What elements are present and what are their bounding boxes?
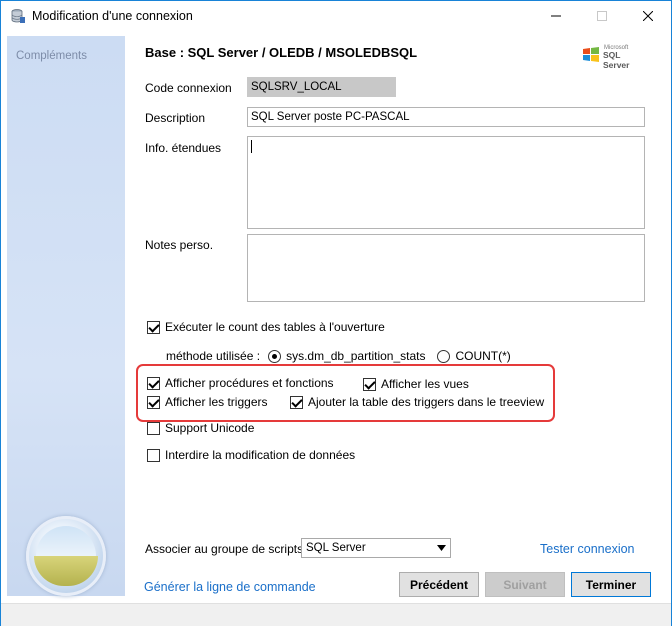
method-row: méthode utilisée : sys.dm_db_partition_s… [166,349,511,363]
show-views-checkbox-box[interactable] [363,377,376,391]
code-field[interactable]: SQLSRV_LOCAL [247,77,396,97]
finish-button[interactable]: Terminer [571,572,651,597]
next-button[interactable]: Suivant [485,572,565,597]
minimize-icon [551,15,561,17]
count-checkbox-box[interactable] [147,320,160,334]
forbid-edit-checkbox-box[interactable] [147,448,160,462]
window-title: Modification d'une connexion [32,9,193,23]
maximize-button[interactable] [579,1,625,31]
landscape-globe-icon [26,516,106,596]
description-field[interactable]: SQL Server poste PC-PASCAL [247,107,645,127]
show-triggers-checkbox-box[interactable] [147,395,160,409]
previous-button-label: Précédent [409,577,469,592]
count-checkbox[interactable]: Exécuter le count des tables à l'ouvertu… [147,320,385,334]
sidebar-title: Compléments [16,50,87,62]
show-procs-checkbox[interactable]: Afficher procédures et fonctions [147,376,334,390]
status-bar [1,603,671,626]
unicode-label: Support Unicode [165,421,255,435]
add-triggers-table-checkbox-box[interactable] [290,395,303,409]
description-label: Description [145,111,206,125]
script-group-select[interactable]: SQL Server [301,538,451,558]
unicode-checkbox[interactable]: Support Unicode [147,421,254,435]
maximize-icon [597,11,607,21]
generate-command-link[interactable]: Générer la ligne de commande [144,580,316,594]
forbid-edit-label: Interdire la modification de données [165,448,356,462]
method-label: méthode utilisée : [166,349,261,363]
minimize-button[interactable] [533,1,579,31]
notes-textarea[interactable] [247,234,645,302]
show-views-label: Afficher les vues [381,377,469,391]
count-checkbox-label: Exécuter le count des tables à l'ouvertu… [165,320,385,334]
method-option-count: COUNT(*) [455,349,511,363]
close-button[interactable] [625,1,671,31]
show-triggers-checkbox[interactable]: Afficher les triggers [147,395,268,409]
show-views-checkbox[interactable]: Afficher les vues [363,377,469,391]
notes-label: Notes perso. [145,238,214,252]
method-radio-partition-stats[interactable] [268,349,282,363]
show-procs-label: Afficher procédures et fonctions [165,376,334,390]
method-radio-count[interactable] [437,349,451,363]
highlight-annotation [136,364,555,422]
database-icon [11,9,25,23]
code-label: Code connexion [145,81,232,95]
script-group-label: Associer au groupe de scripts [145,542,304,556]
show-procs-checkbox-box[interactable] [147,376,160,390]
dropdown-arrow-icon[interactable] [433,539,450,557]
info-label: Info. étendues [145,141,222,155]
show-triggers-label: Afficher les triggers [165,395,268,409]
connection-dialog: Modification d'une connexion Compléments… [0,0,672,626]
sql-server-logo: Microsoft SQL Server [582,44,646,70]
add-triggers-table-checkbox[interactable]: Ajouter la table des triggers dans le tr… [290,395,544,409]
unicode-checkbox-box[interactable] [147,421,160,435]
info-textarea[interactable] [247,136,645,229]
text-caret [251,140,252,153]
close-icon [643,11,653,21]
dialog-content: Compléments Base : SQL Server / OLEDB / … [1,31,671,626]
test-connection-link[interactable]: Tester connexion [540,542,635,556]
add-triggers-table-label: Ajouter la table des triggers dans le tr… [308,395,545,409]
windows-flag-icon [583,47,599,62]
script-group-value: SQL Server [306,542,366,554]
finish-button-label: Terminer [585,577,637,592]
logo-text: SQL Server [603,50,630,70]
title-bar: Modification d'une connexion [1,1,671,31]
forbid-edit-checkbox[interactable]: Interdire la modification de données [147,448,355,462]
sidebar: Compléments [7,36,125,596]
method-option-partition-stats: sys.dm_db_partition_stats [286,349,426,363]
previous-button[interactable]: Précédent [399,572,479,597]
page-title: Base : SQL Server / OLEDB / MSOLEDBSQL [145,45,418,60]
next-button-label: Suivant [503,577,547,592]
